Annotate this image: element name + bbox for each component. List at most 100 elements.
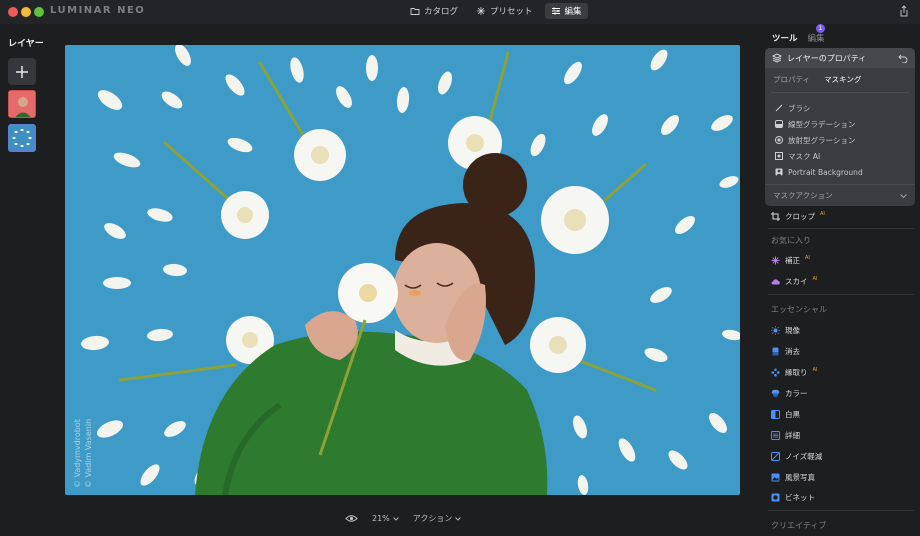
erase-tool[interactable]: 消去 [771,346,800,357]
ai-badge: AI [812,366,818,373]
subtab-properties[interactable]: プロパティ [773,74,810,88]
maximize-window-button[interactable] [34,7,44,17]
mask-linear-gradient-item[interactable]: 線型グラデーション [775,116,905,132]
edit-tab[interactable]: 編集 [544,3,588,19]
bottom-toolbar: 21% アクション [345,513,462,524]
color-label: カラー [785,389,808,398]
landscape-tool[interactable]: 風景写真 [771,472,815,483]
portrait-icon [775,168,783,176]
divider [768,510,914,511]
layer-thumbnail-portrait[interactable] [8,90,36,118]
folder-icon [410,8,420,15]
structure-label: 縁取り [785,368,808,377]
bw-icon [771,410,780,419]
masking-tools-list: ブラシ 線型グラデーション 放射型グラーション マスク AI Portrait … [765,97,915,183]
chevron-down-icon [455,516,462,521]
ai-badge: AI [805,254,810,261]
favorites-section-title: お気に入り [771,236,811,245]
enhance-tool[interactable]: 補正 AI [771,255,810,266]
action-dropdown[interactable]: アクション [413,513,462,524]
vignette-label: ビネット [785,493,815,502]
sliders-icon [551,7,560,15]
color-tool[interactable]: カラー [771,388,808,399]
cloud-icon [771,279,780,285]
tab-edits[interactable]: 編集 [808,32,825,44]
mask-linear-gradient-label: 線型グラデーション [788,119,856,129]
presets-tab[interactable]: プリセット [470,3,539,19]
mask-action-dropdown[interactable]: マスクアクション [765,184,915,206]
catalog-tab-label: カタログ [424,7,459,17]
minimize-window-button[interactable] [21,7,31,17]
details-tool[interactable]: 詳細 [771,430,800,441]
divider [771,92,909,93]
eraser-icon [772,347,779,356]
mask-portrait-background-label: Portrait Background [788,167,863,177]
portrait-thumbnail-image [9,91,35,117]
right-panel-tabs: ツール 編集 [772,32,825,44]
undo-icon[interactable] [898,54,908,63]
creative-section-title: クリエイティブ [771,521,827,530]
denoise-icon [771,452,780,461]
crop-icon [771,212,780,221]
chevron-down-icon [900,193,907,198]
presets-tab-label: プリセット [490,7,533,17]
layer-properties-header: レイヤーのプロパティ [765,48,915,68]
mask-action-label: マスクアクション [773,191,833,200]
zoom-value: 21% [372,514,390,523]
photo-canvas[interactable] [65,45,740,495]
mask-ai-icon [775,152,783,160]
brush-icon [775,104,783,112]
sky-tool[interactable]: スカイ AI [771,276,817,287]
tab-tools[interactable]: ツール [772,32,798,44]
landscape-icon [771,473,780,482]
title-bar: LUMINAR NEO カタログ プリセット 編集 [0,0,920,24]
denoise-tool[interactable]: ノイズ軽減 [771,451,822,462]
layer-properties-subtabs: プロパティ マスキング [765,68,915,88]
layer-properties-panel: レイヤーのプロパティ プロパティ マスキング ブラシ 線型グラデーション 放射型… [765,48,915,206]
divider [768,294,914,295]
structure-tool[interactable]: 縁取り AI [771,367,817,378]
mask-brush-label: ブラシ [788,103,811,113]
layers-title: レイヤー [8,39,44,49]
enhance-icon [771,256,780,265]
vignette-tool[interactable]: ビネット [771,492,815,503]
watermark-line-2: © Vadim Vasenin [84,418,93,488]
develop-tool[interactable]: 現像 [771,325,800,336]
photo-watermark: © Vadymvdrobot © Vadim Vasenin [72,419,94,488]
sky-label: スカイ [785,277,808,286]
top-nav: カタログ プリセット 編集 [404,3,588,19]
enhance-label: 補正 [785,256,800,265]
subtab-masking[interactable]: マスキング [824,74,861,88]
close-window-button[interactable] [8,7,18,17]
catalog-tab[interactable]: カタログ [404,3,464,19]
app-logo: LUMINAR NEO [50,5,146,16]
black-white-label: 白黒 [785,410,800,419]
develop-label: 現像 [785,326,800,335]
chevron-down-icon [392,516,399,521]
petals-thumbnail-image [10,126,34,150]
mask-ai-item[interactable]: マスク AI [775,148,905,164]
crop-label: クロップ [785,212,815,221]
mask-portrait-background-item[interactable]: Portrait Background [775,164,905,180]
zoom-dropdown[interactable]: 21% [372,514,399,523]
photo-image [65,45,740,495]
develop-icon [771,326,780,335]
share-icon[interactable] [898,5,910,17]
divider [768,228,914,229]
eye-icon[interactable] [345,514,358,523]
add-layer-button[interactable] [8,58,36,85]
landscape-label: 風景写真 [785,473,815,482]
crop-tool[interactable]: クロップ AI [771,211,825,222]
mask-brush-item[interactable]: ブラシ [775,100,905,116]
layer-properties-title: レイヤーのプロパティ [787,53,867,63]
edits-count-badge: 1 [816,24,825,33]
mask-radial-gradient-label: 放射型グラーション [788,135,856,145]
layer-thumbnail-petals[interactable] [8,124,36,152]
radial-gradient-icon [775,136,783,144]
mask-radial-gradient-item[interactable]: 放射型グラーション [775,132,905,148]
denoise-label: ノイズ軽減 [785,452,823,461]
black-white-tool[interactable]: 白黒 [771,409,800,420]
structure-icon [771,368,780,377]
layers-icon [772,53,782,63]
details-label: 詳細 [785,431,800,440]
